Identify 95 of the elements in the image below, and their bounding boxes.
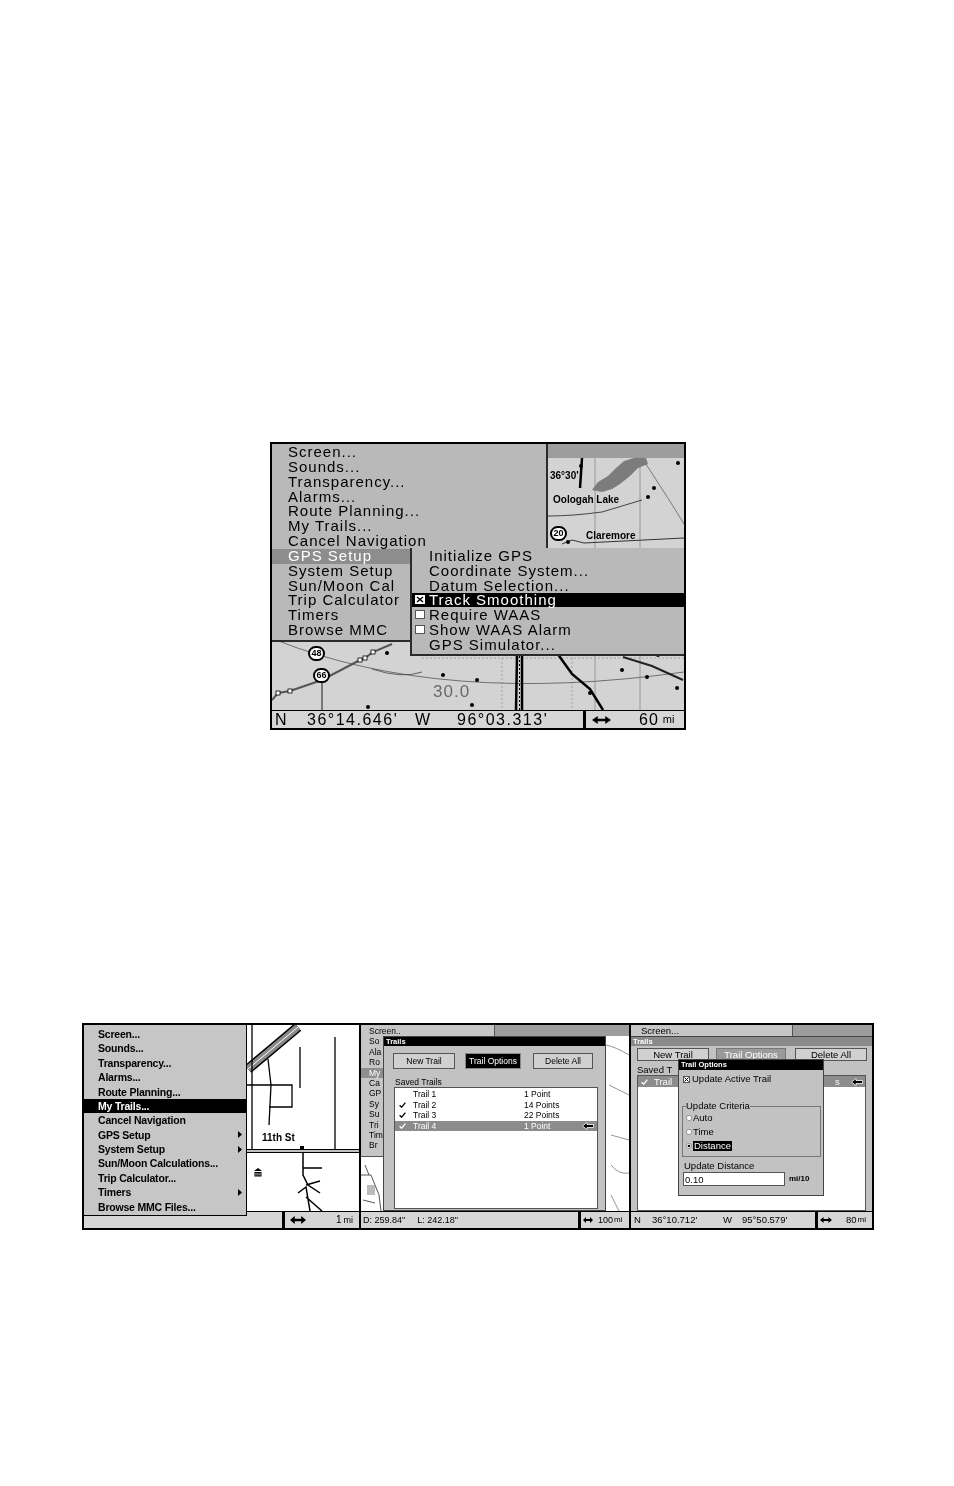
list-label: Saved Trails [395, 1077, 442, 1087]
menu-item[interactable]: Timers [272, 608, 410, 624]
menu-item[interactable]: Sounds... [272, 459, 546, 475]
menu-item[interactable]: Screen... [272, 445, 546, 460]
unit-label: mi/10 [789, 1175, 810, 1183]
range-label: 30.0 [433, 683, 471, 700]
dialog-button[interactable]: New Trail [393, 1053, 455, 1069]
longitude-value: 96°03.313' [457, 711, 549, 728]
scale-value: 80 [846, 1215, 857, 1225]
scale-value: 100 [598, 1215, 614, 1225]
menu-item[interactable]: My Trails... [272, 519, 546, 535]
menu-item[interactable]: Show WAAS Alarm [412, 622, 684, 638]
menu-item[interactable]: Trip Calculator [272, 593, 410, 609]
scale-unit: mi [614, 1216, 623, 1224]
menu-item[interactable]: GPS Setup [84, 1127, 246, 1143]
dialog-button[interactable]: New Trail [637, 1048, 709, 1061]
scale-unit: mi [662, 714, 675, 725]
menu-item[interactable]: Screen... [84, 1027, 246, 1042]
longitude-value: 95°50.579' [742, 1215, 788, 1225]
menu-item[interactable]: Datum Selection... [412, 577, 684, 593]
radio-option[interactable]: Auto [686, 1111, 713, 1125]
menu-item[interactable]: Alarms... [84, 1070, 246, 1085]
menu-item[interactable]: Browse MMC [272, 623, 410, 638]
menu-item[interactable]: Browse MMC Files... [84, 1199, 246, 1215]
double-arrow-icon [583, 1217, 593, 1223]
menu-item[interactable]: Route Planning... [272, 504, 546, 520]
scale-value: 1 [336, 1215, 342, 1225]
menu-item[interactable]: My Trails... [84, 1098, 246, 1114]
place-label: Claremore [586, 531, 636, 541]
menu-item[interactable]: Sun/Moon Calculations... [84, 1156, 246, 1171]
menu-item[interactable]: Initialize GPS [412, 548, 684, 563]
dialog-button[interactable]: Trail Options [465, 1053, 521, 1069]
menu-item[interactable]: Ca [361, 1077, 383, 1089]
checkmark-icon [641, 1078, 648, 1085]
scale-unit: mi [857, 1216, 867, 1224]
menu-item[interactable]: Su [361, 1109, 383, 1120]
trail-row[interactable]: Trail 1 1 Point [395, 1089, 597, 1100]
menu-item[interactable]: Sy [361, 1098, 383, 1110]
dialog-button[interactable]: Delete All [533, 1053, 593, 1069]
menu-item[interactable]: Screen... [631, 1025, 792, 1036]
double-arrow-icon [290, 1216, 306, 1224]
menu-item[interactable]: Route Planning... [84, 1084, 246, 1099]
group-label: Update Criteria [686, 1101, 750, 1111]
latitude-value: 36°10.712' [652, 1215, 698, 1225]
hemisphere-label: W [723, 1215, 732, 1225]
menu-item[interactable]: Ala [361, 1046, 383, 1058]
menu-item[interactable]: Coordinate System... [412, 562, 684, 578]
street-label: 11th St [262, 1133, 295, 1143]
dialog-button[interactable]: Delete All [795, 1048, 867, 1061]
field-label: Update Distance [684, 1161, 755, 1171]
scale-unit: mi [343, 1215, 354, 1225]
menu-item[interactable]: So [361, 1036, 383, 1047]
length-value: L: 242.18" [417, 1215, 458, 1225]
route-shield: 48 [308, 646, 325, 661]
menu-item[interactable]: System Setup [84, 1142, 246, 1157]
latitude-value: 36°14.646' [307, 711, 399, 728]
place-label: 36°30' [550, 471, 579, 481]
menu-item[interactable]: Sounds... [84, 1041, 246, 1056]
scale-value: 60 [639, 711, 659, 728]
trail-row[interactable]: Trail 2 14 Points [395, 1099, 597, 1110]
route-shield: 66 [313, 668, 330, 683]
menu-item[interactable]: Require WAAS [412, 607, 684, 623]
menu-item[interactable]: Tim [361, 1129, 383, 1141]
hemisphere-label: N [275, 711, 289, 728]
building-icon [253, 1167, 263, 1177]
trail-row[interactable]: Trail 3 22 Points [395, 1110, 597, 1121]
menu-item[interactable]: Cancel Navigation [272, 534, 546, 549]
route-shield: 20 [550, 526, 567, 541]
menu-item[interactable]: Sun/Moon Cal [272, 578, 410, 594]
menu-item[interactable]: Screen.. [361, 1026, 494, 1037]
menu-item[interactable]: Transparency... [84, 1055, 246, 1071]
list-label: Saved T [637, 1064, 673, 1075]
place-label: Oologah Lake [553, 495, 620, 505]
menu-item[interactable]: Tri [361, 1119, 383, 1130]
menu-item[interactable]: Cancel Navigation [84, 1113, 246, 1128]
menu-item[interactable]: Br [361, 1140, 383, 1151]
menu-item[interactable]: Alarms... [272, 489, 546, 505]
menu-item[interactable]: System Setup [272, 563, 410, 579]
menu-item[interactable]: Trip Calculator... [84, 1170, 246, 1186]
distance-value: D: 259.84" [363, 1215, 406, 1225]
double-arrow-icon [820, 1217, 832, 1223]
distance-input[interactable]: 0.10 [683, 1172, 785, 1186]
hemisphere-label: W [415, 711, 432, 728]
arrow-left-icon [582, 1121, 594, 1130]
menu-item[interactable]: Ro [361, 1057, 383, 1068]
submenu-arrow-icon [238, 1189, 242, 1196]
menu-item[interactable]: GP [361, 1088, 383, 1099]
double-arrow-icon [592, 715, 611, 724]
menu-item[interactable]: Track Smoothing [412, 592, 684, 608]
hemisphere-label: N [634, 1215, 641, 1225]
checkbox-option[interactable]: Update Active Trail [683, 1074, 772, 1084]
menu-item[interactable]: GPS Simulator... [412, 637, 684, 652]
menu-item[interactable]: Timers [84, 1185, 246, 1200]
radio-option[interactable]: Time [686, 1125, 714, 1139]
menu-item[interactable]: Transparency... [272, 474, 546, 490]
